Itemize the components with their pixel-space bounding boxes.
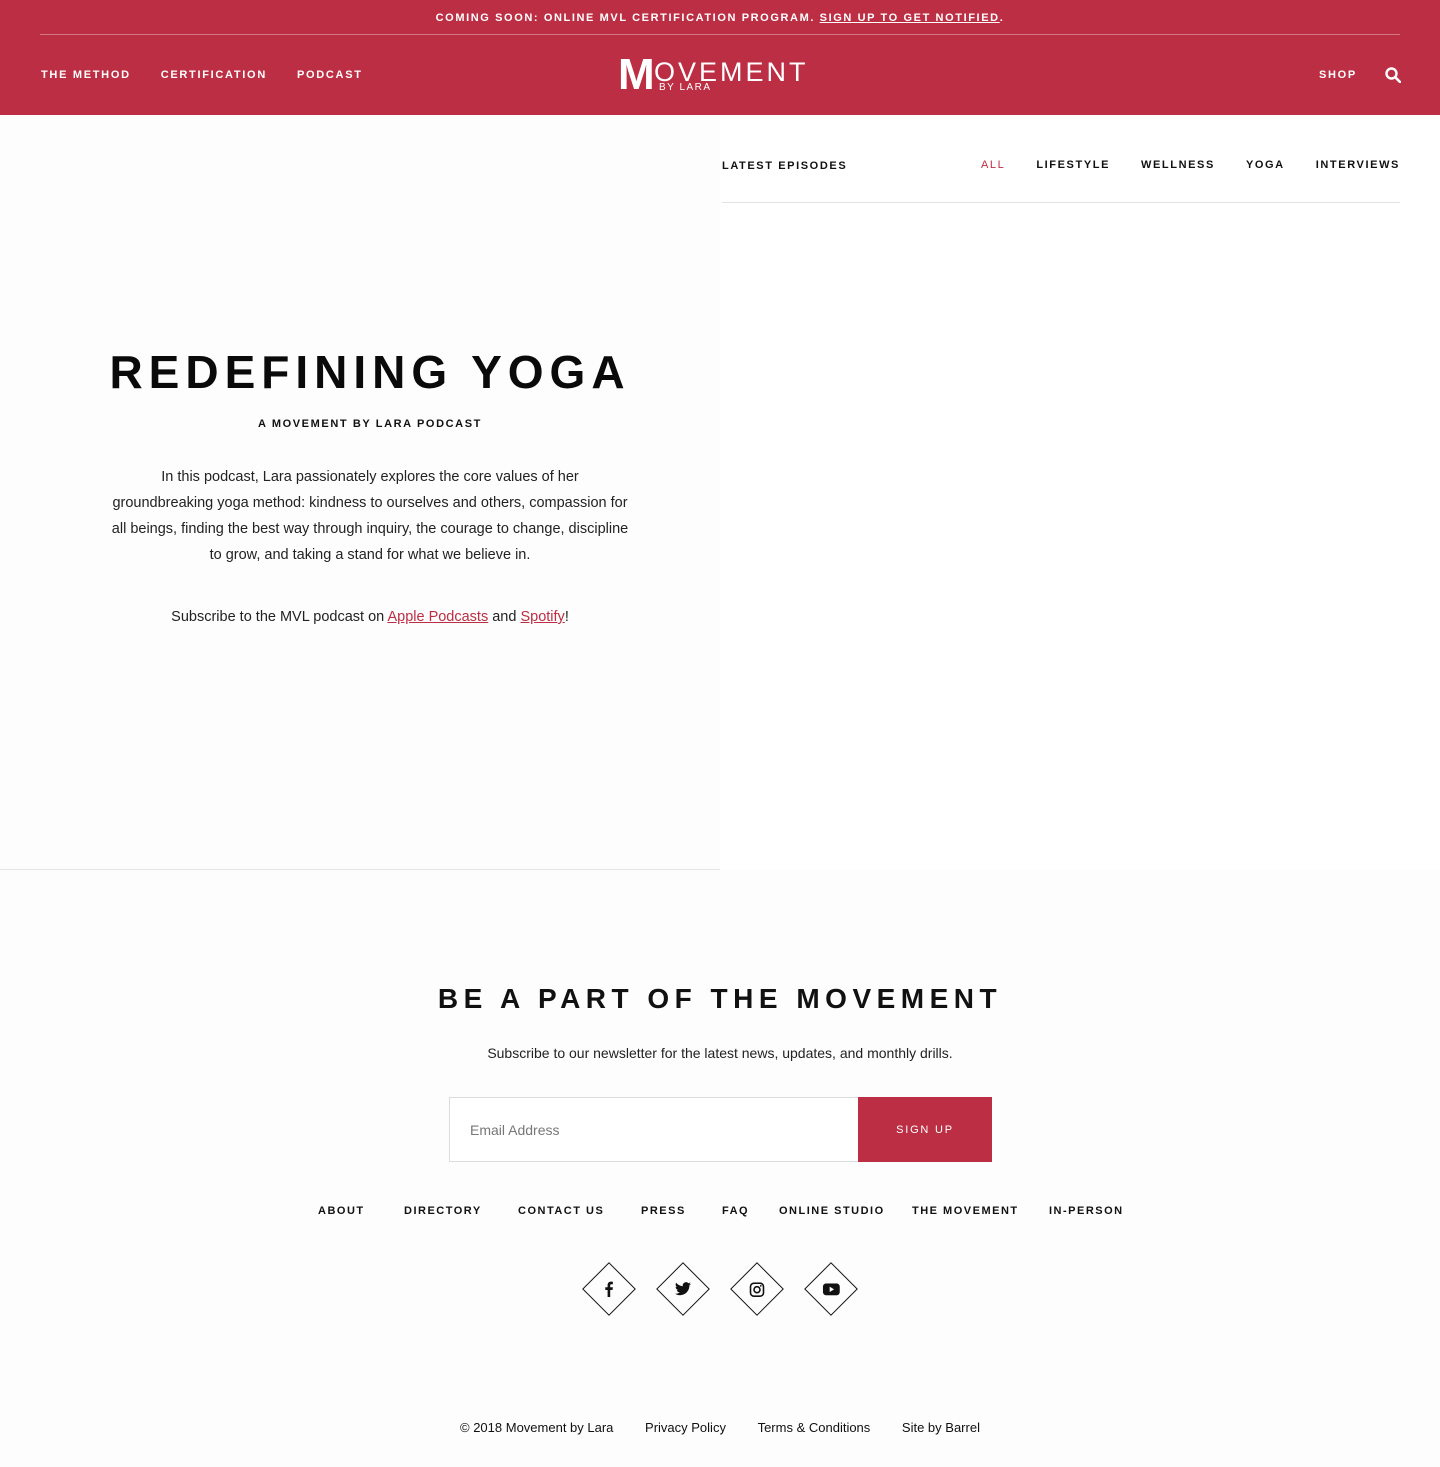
filter-all[interactable]: ALL xyxy=(981,159,1005,171)
subscribe-and: and xyxy=(488,609,521,625)
subscribe-suffix: ! xyxy=(564,609,569,625)
filter-interviews[interactable]: INTERVIEWS xyxy=(1316,159,1400,171)
newsletter-description: Subscribe to our newsletter for the late… xyxy=(487,1045,953,1061)
episodes-panel: LATEST EPISODES ALL LIFESTYLE WELLNESS Y… xyxy=(720,115,1440,870)
copyright: © 2018 Movement by Lara xyxy=(460,1420,614,1435)
hero-title: REDEFINING YOGA xyxy=(109,346,631,398)
nav-certification[interactable]: CERTIFICATION xyxy=(161,69,267,81)
site-logo[interactable]: M OVEMENT BY LARA xyxy=(618,50,828,99)
announcement-bar: COMING SOON: ONLINE MVL CERTIFICATION PR… xyxy=(40,0,1400,35)
podcast-hero: REDEFINING YOGA A MOVEMENT BY LARA PODCA… xyxy=(0,115,720,870)
subscribe-prefix: Subscribe to the MVL podcast on xyxy=(171,609,388,625)
footer-link-directory[interactable]: DIRECTORY xyxy=(404,1205,482,1217)
footer-link-contact-us[interactable]: CONTACT US xyxy=(518,1205,604,1217)
nav-the-method[interactable]: THE METHOD xyxy=(41,69,131,81)
filter-lifestyle[interactable]: LIFESTYLE xyxy=(1036,159,1110,171)
twitter-icon[interactable] xyxy=(656,1262,710,1316)
terms-link[interactable]: Terms & Conditions xyxy=(758,1420,871,1435)
announcement-signup-link[interactable]: SIGN UP TO GET NOTIFIED xyxy=(820,12,1000,24)
footer-nav: ABOUT DIRECTORY CONTACT US PRESS FAQ ONL… xyxy=(318,1205,1138,1225)
email-field[interactable] xyxy=(449,1097,859,1162)
newsletter-title: BE A PART OF THE MOVEMENT xyxy=(437,983,1003,1014)
main-nav: THE METHOD CERTIFICATION PODCAST xyxy=(41,69,393,81)
apple-podcasts-link[interactable]: Apple Podcasts xyxy=(387,609,488,625)
search-icon[interactable] xyxy=(1385,67,1402,84)
legal-bar: © 2018 Movement by Lara Privacy Policy T… xyxy=(0,1420,1440,1435)
footer-link-faq[interactable]: FAQ xyxy=(722,1205,749,1217)
footer-link-the-movement[interactable]: THE MOVEMENT xyxy=(912,1205,1019,1217)
filter-wellness[interactable]: WELLNESS xyxy=(1141,159,1215,171)
footer-link-press[interactable]: PRESS xyxy=(641,1205,686,1217)
episode-filters: ALL LIFESTYLE WELLNESS YOGA INTERVIEWS xyxy=(950,159,1400,171)
site-header: COMING SOON: ONLINE MVL CERTIFICATION PR… xyxy=(0,0,1440,115)
spotify-link[interactable]: Spotify xyxy=(520,609,564,625)
footer-link-online-studio[interactable]: ONLINE STUDIO xyxy=(779,1205,885,1217)
announcement-tail: . xyxy=(999,12,1005,24)
logo-m: M xyxy=(618,50,655,99)
footer-link-about[interactable]: ABOUT xyxy=(318,1205,365,1217)
filter-yoga[interactable]: YOGA xyxy=(1246,159,1285,171)
sign-up-button[interactable]: SIGN UP xyxy=(858,1097,992,1162)
logo-subtitle: BY LARA xyxy=(659,82,712,93)
nav-podcast[interactable]: PODCAST xyxy=(297,69,363,81)
hero-subtitle: A MOVEMENT BY LARA PODCAST xyxy=(258,418,482,430)
announcement-text: COMING SOON: ONLINE MVL CERTIFICATION PR… xyxy=(435,12,820,24)
instagram-icon[interactable] xyxy=(730,1262,784,1316)
hero-subscribe-line: Subscribe to the MVL podcast on Apple Po… xyxy=(110,609,630,625)
episodes-title: LATEST EPISODES xyxy=(722,160,848,172)
nav-shop[interactable]: SHOP xyxy=(1319,69,1357,81)
youtube-icon[interactable] xyxy=(804,1262,858,1316)
facebook-icon[interactable] xyxy=(582,1262,636,1316)
hero-description: In this podcast, Lara passionately explo… xyxy=(111,469,629,563)
footer-link-in-person[interactable]: IN-PERSON xyxy=(1049,1205,1124,1217)
privacy-policy-link[interactable]: Privacy Policy xyxy=(645,1420,726,1435)
site-by-link[interactable]: Site by Barrel xyxy=(902,1420,980,1435)
episodes-filter-bar: LATEST EPISODES ALL LIFESTYLE WELLNESS Y… xyxy=(722,115,1400,203)
